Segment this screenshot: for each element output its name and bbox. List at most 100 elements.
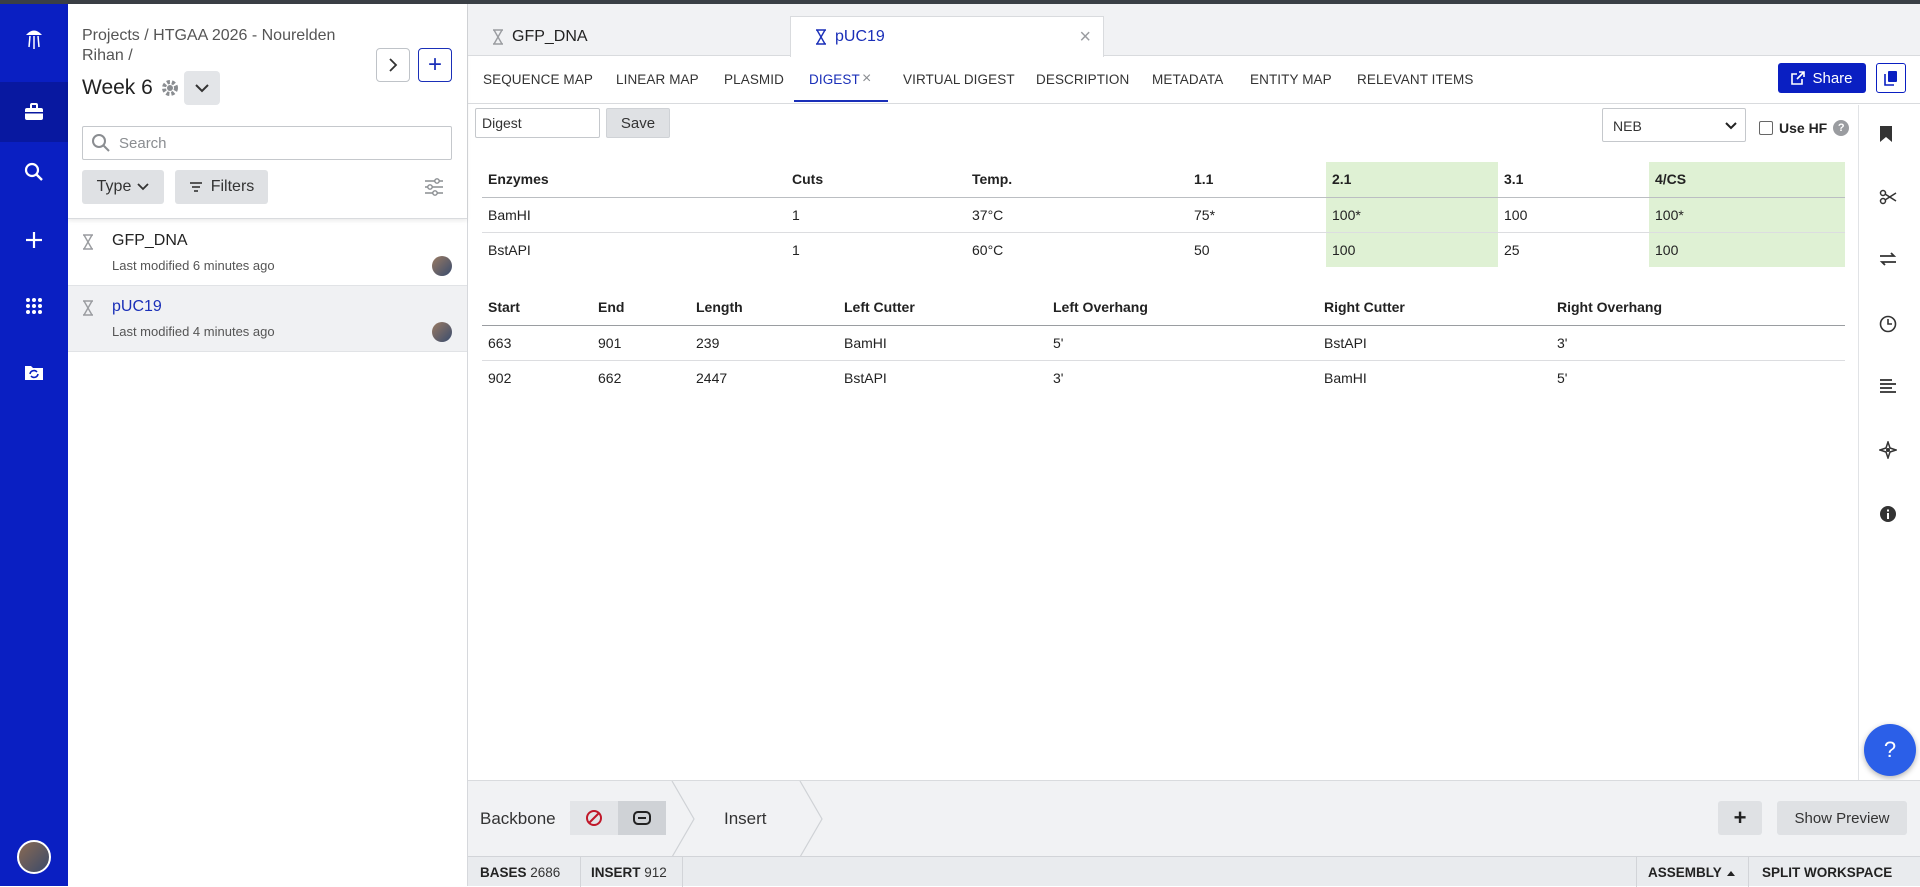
- search-icon: [91, 133, 111, 157]
- target-crosshair-icon[interactable]: [1877, 439, 1899, 462]
- use-hf-checkbox[interactable]: [1759, 121, 1773, 135]
- table-cell: 100: [1326, 232, 1498, 267]
- split-workspace-button[interactable]: SPLIT WORKSPACE: [1762, 865, 1892, 880]
- show-preview-button[interactable]: Show Preview: [1777, 801, 1907, 835]
- table-cell: 100: [1649, 232, 1845, 267]
- tab-digest[interactable]: DIGEST: [809, 72, 860, 87]
- bookmark-icon[interactable]: [1879, 125, 1893, 146]
- user-avatar[interactable]: [17, 840, 51, 874]
- copy-button[interactable]: [1876, 63, 1906, 93]
- file-name: GFP_DNA: [112, 232, 188, 249]
- table-cell: 3': [1053, 369, 1064, 386]
- help-fab-button[interactable]: ?: [1864, 724, 1916, 776]
- folder-title-row: Week 6: [82, 76, 179, 100]
- info-icon[interactable]: [1879, 505, 1897, 526]
- digest-name-input[interactable]: Digest: [475, 108, 600, 138]
- view-tabs: SEQUENCE MAP LINEAR MAP PLASMID DIGEST ×…: [468, 56, 1920, 104]
- chevron-down-icon: [1725, 122, 1737, 130]
- search-icon[interactable]: [0, 142, 68, 202]
- table-row: BstAPI 1 60°C 50 100 25 100: [482, 232, 1845, 267]
- filters-label: Filters: [210, 178, 255, 195]
- doc-tab-gfp-dna[interactable]: GFP_DNA: [468, 16, 788, 57]
- gear-icon[interactable]: [161, 79, 179, 97]
- enzyme-table: Enzymes Cuts Temp. 1.1 2.1 3.1 4/CS BamH…: [482, 162, 1845, 267]
- col-header: 2.1: [1326, 162, 1498, 197]
- assembly-label: ASSEMBLY: [1648, 865, 1722, 880]
- enzyme-header-row: Enzymes Cuts Temp. 1.1 2.1 3.1 4/CS: [482, 162, 1845, 197]
- table-row[interactable]: 902 662 2447 BstAPI 3' BamHI 5': [482, 360, 1845, 395]
- tab-plasmid[interactable]: PLASMID: [724, 72, 784, 87]
- forward-button[interactable]: [376, 48, 410, 82]
- table-cell: 100*: [1649, 197, 1845, 232]
- add-item-button[interactable]: +: [418, 48, 452, 82]
- insert-count-label: INSERT: [591, 865, 641, 880]
- fragment-table: Start End Length Left Cutter Left Overha…: [482, 290, 1845, 395]
- hourglass-icon: [82, 300, 94, 319]
- col-header: Start: [488, 299, 520, 316]
- plasmid-backbone-icon[interactable]: [618, 801, 666, 835]
- no-backbone-icon[interactable]: [570, 801, 618, 835]
- chevron-down-icon: [137, 183, 149, 191]
- table-cell: 75*: [1194, 206, 1216, 223]
- help-icon[interactable]: ?: [1833, 120, 1850, 136]
- table-cell: 901: [598, 334, 622, 351]
- use-hf-toggle[interactable]: Use HF ?: [1759, 120, 1850, 136]
- folder-menu-button[interactable]: [184, 71, 220, 105]
- filters-button[interactable]: Filters: [175, 170, 268, 204]
- backbone-label[interactable]: Backbone: [480, 809, 556, 829]
- enzyme-name: BamHI: [488, 206, 531, 223]
- status-divider: [580, 857, 581, 887]
- fragment-header-row: Start End Length Left Cutter Left Overha…: [482, 290, 1845, 325]
- document-tabs: GFP_DNA pUC19 ×: [468, 4, 1920, 57]
- chevron-divider-icon: [671, 781, 695, 857]
- breadcrumb[interactable]: Projects / HTGAA 2026 - Nourelden Rihan …: [82, 26, 352, 66]
- tab-entity-map[interactable]: ENTITY MAP: [1250, 72, 1332, 87]
- plus-icon[interactable]: [0, 210, 68, 270]
- doc-tab-puc19[interactable]: pUC19 ×: [790, 16, 1104, 57]
- tab-virtual-digest[interactable]: VIRTUAL DIGEST: [903, 72, 1015, 87]
- doc-tab-label: GFP_DNA: [512, 27, 588, 45]
- table-row[interactable]: 663 901 239 BamHI 5' BstAPI 3': [482, 325, 1845, 360]
- tab-description[interactable]: DESCRIPTION: [1036, 72, 1129, 87]
- table-cell: 60°C: [972, 241, 1004, 258]
- search-input[interactable]: Search: [82, 126, 452, 160]
- apps-grid-icon[interactable]: [0, 276, 68, 336]
- app-logo-icon[interactable]: [0, 8, 68, 68]
- share-button[interactable]: Share: [1778, 63, 1866, 93]
- assembly-toggle[interactable]: ASSEMBLY: [1648, 865, 1736, 880]
- align-lines-icon[interactable]: [1879, 379, 1897, 396]
- projects-briefcase-icon[interactable]: [0, 82, 68, 142]
- assembly-bar: Backbone Insert + Show Preview: [468, 780, 1920, 857]
- tab-linear-map[interactable]: LINEAR MAP: [616, 72, 699, 87]
- col-header: 1.1: [1194, 171, 1214, 188]
- swap-arrows-icon[interactable]: [1879, 251, 1897, 270]
- history-clock-icon[interactable]: [1879, 315, 1897, 336]
- table-cell: 50: [1194, 241, 1210, 258]
- status-bar: BASES 2686 INSERT 912 ASSEMBLY SPLIT WOR…: [468, 856, 1920, 887]
- file-list-item[interactable]: pUC19 Last modified 4 minutes ago: [68, 286, 467, 352]
- tab-sequence-map[interactable]: SEQUENCE MAP: [483, 72, 593, 87]
- insert-count: INSERT 912: [591, 865, 667, 880]
- vendor-select[interactable]: NEB: [1602, 108, 1746, 142]
- tab-relevant-items[interactable]: RELEVANT ITEMS: [1357, 72, 1473, 87]
- col-header: Temp.: [972, 171, 1013, 188]
- add-fragment-button[interactable]: +: [1718, 801, 1762, 835]
- chevron-right-icon: [389, 58, 398, 72]
- save-button[interactable]: Save: [606, 108, 670, 138]
- insert-label[interactable]: Insert: [724, 809, 767, 829]
- folder-sync-icon[interactable]: [0, 342, 68, 402]
- table-cell: 902: [488, 369, 512, 386]
- col-header: Left Overhang: [1053, 299, 1148, 316]
- type-filter-button[interactable]: Type: [82, 170, 164, 204]
- file-modified: Last modified 6 minutes ago: [112, 258, 275, 273]
- table-cell: 37°C: [972, 206, 1004, 223]
- tab-metadata[interactable]: METADATA: [1152, 72, 1223, 87]
- view-settings-sliders-icon[interactable]: [424, 178, 444, 199]
- use-hf-label: Use HF: [1779, 120, 1828, 136]
- scissors-icon[interactable]: [1879, 189, 1897, 208]
- close-tab-icon[interactable]: ×: [1079, 26, 1091, 49]
- type-filter-label: Type: [96, 178, 132, 195]
- file-list-item[interactable]: GFP_DNA Last modified 6 minutes ago: [68, 220, 467, 286]
- close-tab-icon[interactable]: ×: [862, 70, 871, 88]
- left-rail: [0, 4, 68, 886]
